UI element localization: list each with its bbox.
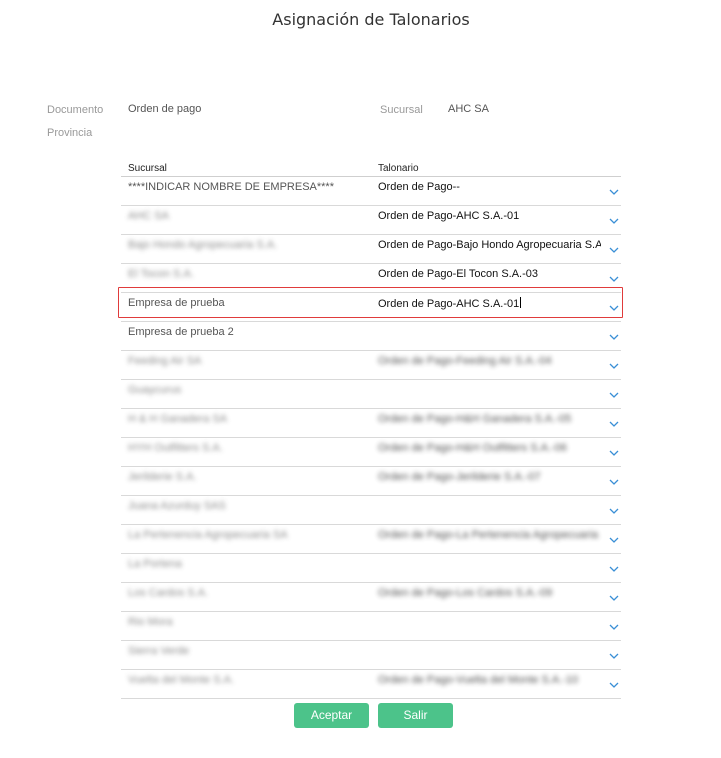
row-talonario-select[interactable]: Orden de Pago-Los Cardos S.A.-09 <box>378 587 601 599</box>
table-row[interactable]: ****INDICAR NOMBRE DE EMPRESA**** Orden d… <box>121 177 621 206</box>
chevron-down-icon[interactable] <box>608 592 620 604</box>
row-sucursal-cell: Bajo Hondo Agropecuaria S.A. <box>128 239 278 251</box>
row-talonario-select[interactable]: Orden de Pago-H&H Outfitters S.A.-06 <box>378 442 601 454</box>
chevron-down-icon[interactable] <box>608 186 620 198</box>
row-talonario-select[interactable]: Orden de Pago-El Tocon S.A.-03 <box>378 268 601 280</box>
chevron-down-icon[interactable] <box>608 476 620 488</box>
row-talonario-select[interactable]: Orden de Pago-Feeding Air S.A.-04 <box>378 355 601 367</box>
column-header-talonario: Talonario <box>378 163 419 174</box>
table-row[interactable]: La Pertenencia Agropecuaria SA Orden de P… <box>121 525 621 554</box>
table-row[interactable]: Juana Azurduy SAS <box>121 496 621 525</box>
row-talonario-select[interactable]: Orden de Pago-AHC S.A.-01 <box>378 297 601 310</box>
row-sucursal-cell: Los Cardos S.A. <box>128 587 209 599</box>
chevron-down-icon[interactable] <box>608 447 620 459</box>
row-sucursal-cell: Jerilderie S.A. <box>128 471 197 483</box>
chevron-down-icon[interactable] <box>608 505 620 517</box>
row-sucursal-cell: H & H Ganadera SA <box>128 413 228 425</box>
chevron-down-icon[interactable] <box>608 360 620 372</box>
chevron-down-icon[interactable] <box>608 650 620 662</box>
row-sucursal-cell: La Portena <box>128 558 182 570</box>
table-row[interactable]: El Tocon S.A. Orden de Pago-El Tocon S.A.… <box>121 264 621 293</box>
table-row[interactable]: Feeding Air SA Orden de Pago-Feeding Air … <box>121 351 621 380</box>
sucursal-label: Sucursal <box>380 104 423 116</box>
chevron-down-icon[interactable] <box>608 389 620 401</box>
provincia-label: Provincia <box>47 127 93 139</box>
grid-header: Sucursal Talonario <box>121 160 621 177</box>
row-sucursal-cell: El Tocon S.A. <box>128 268 194 280</box>
table-row[interactable]: Sierra Verde <box>121 641 621 670</box>
row-talonario-select[interactable]: Orden de Pago-- <box>378 181 601 193</box>
exit-button[interactable]: Salir <box>378 703 453 728</box>
table-row[interactable]: Guaycurus <box>121 380 621 409</box>
table-row[interactable]: H & H Ganadera SA Orden de Pago-H&H Ganad… <box>121 409 621 438</box>
row-sucursal-cell: La Pertenencia Agropecuaria SA <box>128 529 288 541</box>
table-row[interactable]: La Portena <box>121 554 621 583</box>
column-header-sucursal: Sucursal <box>128 163 167 174</box>
talonarios-grid: Sucursal Talonario ****INDICAR NOMBRE DE… <box>121 160 621 699</box>
chevron-down-icon[interactable] <box>608 621 620 633</box>
chevron-down-icon[interactable] <box>608 244 620 256</box>
row-sucursal-cell: ****INDICAR NOMBRE DE EMPRESA**** <box>128 181 334 193</box>
table-row[interactable]: Jerilderie S.A. Orden de Pago-Jerilderie … <box>121 467 621 496</box>
row-talonario-select[interactable]: Orden de Pago-AHC S.A.-01 <box>378 210 601 222</box>
row-sucursal-cell: Juana Azurduy SAS <box>128 500 226 512</box>
sucursal-value: AHC SA <box>448 103 489 115</box>
row-sucursal-cell: Rio Mora <box>128 616 173 628</box>
row-sucursal-cell: HYH Outfitters S.A. <box>128 442 223 454</box>
grid-body: ****INDICAR NOMBRE DE EMPRESA**** Orden d… <box>121 177 621 699</box>
chevron-down-icon[interactable] <box>608 302 620 314</box>
table-row[interactable]: Bajo Hondo Agropecuaria S.A. Orden de Pag… <box>121 235 621 264</box>
chevron-down-icon[interactable] <box>608 331 620 343</box>
chevron-down-icon[interactable] <box>608 273 620 285</box>
documento-label: Documento <box>47 104 104 116</box>
table-row[interactable]: Empresa de prueba Orden de Pago-AHC S.A.-… <box>121 293 621 322</box>
text-cursor <box>520 297 522 308</box>
table-row[interactable]: Empresa de prueba 2 <box>121 322 621 351</box>
table-row[interactable]: AHC SA Orden de Pago-AHC S.A.-01 <box>121 206 621 235</box>
row-talonario-select[interactable]: Orden de Pago-H&H Ganadera S.A.-05 <box>378 413 601 425</box>
row-sucursal-cell: Empresa de prueba 2 <box>128 326 234 338</box>
row-sucursal-cell: Sierra Verde <box>128 645 190 657</box>
page-title: Asignación de Talonarios <box>272 10 470 29</box>
row-talonario-select[interactable]: Orden de Pago-Bajo Hondo Agropecuaria S.… <box>378 239 601 251</box>
table-row[interactable]: HYH Outfitters S.A. Orden de Pago-H&H Out… <box>121 438 621 467</box>
row-talonario-select[interactable]: Orden de Pago-La Pertenencia Agropecuari… <box>378 529 601 541</box>
chevron-down-icon[interactable] <box>608 418 620 430</box>
chevron-down-icon[interactable] <box>608 679 620 691</box>
table-row[interactable]: Vuelta del Monte S.A. Orden de Pago-Vuelt… <box>121 670 621 699</box>
row-sucursal-cell: Vuelta del Monte S.A. <box>128 674 234 686</box>
chevron-down-icon[interactable] <box>608 215 620 227</box>
chevron-down-icon[interactable] <box>608 563 620 575</box>
row-sucursal-cell: AHC SA <box>128 210 169 222</box>
chevron-down-icon[interactable] <box>608 534 620 546</box>
row-sucursal-cell: Feeding Air SA <box>128 355 202 367</box>
documento-value: Orden de pago <box>128 103 202 115</box>
row-talonario-select[interactable]: Orden de Pago-Vuelta del Monte S.A.-10 <box>378 674 601 686</box>
accept-button[interactable]: Aceptar <box>294 703 369 728</box>
table-row[interactable]: Los Cardos S.A. Orden de Pago-Los Cardos … <box>121 583 621 612</box>
row-sucursal-cell: Guaycurus <box>128 384 182 396</box>
table-row[interactable]: Rio Mora <box>121 612 621 641</box>
row-talonario-select[interactable]: Orden de Pago-Jerilderie S.A.-07 <box>378 471 601 483</box>
row-sucursal-cell: Empresa de prueba <box>128 297 225 309</box>
